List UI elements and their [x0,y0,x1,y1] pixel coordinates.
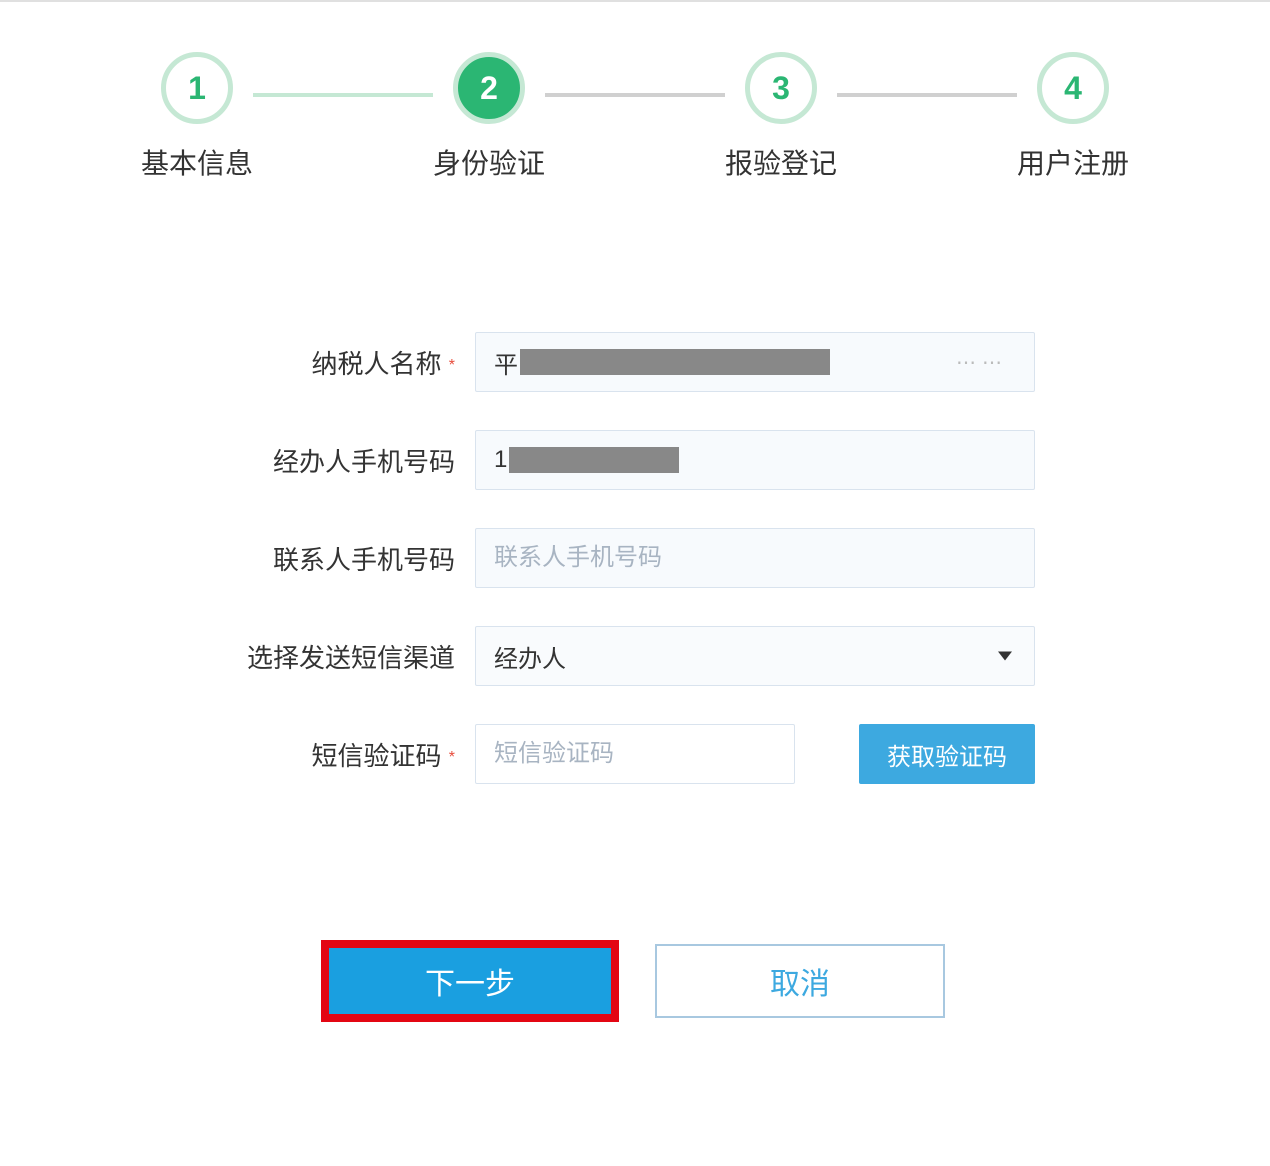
step-2-circle: 2 [453,52,525,124]
get-code-button[interactable]: 获取验证码 [859,724,1035,784]
step-3: 3 报验登记 [725,52,837,182]
sms-code-input[interactable] [475,724,795,784]
agent-phone-row: 经办人手机号码 1 [235,430,1035,490]
step-3-circle: 3 [745,52,817,124]
sms-channel-row: 选择发送短信渠道 经办人 [235,626,1035,686]
step-2: 2 身份验证 [433,52,545,182]
step-4-label: 用户注册 [1017,142,1129,182]
sms-channel-select[interactable]: 经办人 [475,626,1035,686]
agent-phone-prefix: 1 [494,446,507,474]
taxpayer-name-label: 纳税人名称 * [235,344,475,381]
contact-phone-label: 联系人手机号码 [235,540,475,577]
form-area: 纳税人名称 * 平 ⋯⋯ 经办人手机号码 1 联系人手机号码 选择发送短信渠道 … [235,332,1035,1018]
connector-2-3 [545,93,725,97]
taxpayer-name-field[interactable]: 平 ⋯⋯ [475,332,1035,392]
chevron-down-icon [998,652,1012,661]
required-mark: * [449,357,455,374]
stepper: 1 基本信息 2 身份验证 3 报验登记 4 用户注册 [0,2,1270,212]
taxpayer-name-row: 纳税人名称 * 平 ⋯⋯ [235,332,1035,392]
ellipsis-icon: ⋯⋯ [956,350,1016,375]
redacted-block [520,349,830,375]
contact-phone-input[interactable] [475,528,1035,588]
step-4-circle: 4 [1037,52,1109,124]
step-2-label: 身份验证 [433,142,545,182]
next-button[interactable]: 下一步 [325,944,615,1018]
taxpayer-name-prefix: 平 [494,345,518,380]
step-4: 4 用户注册 [1017,52,1129,182]
sms-code-label: 短信验证码 * [235,736,475,773]
sms-channel-value: 经办人 [494,639,566,674]
step-1: 1 基本信息 [141,52,253,182]
connector-3-4 [837,93,1017,97]
agent-phone-field[interactable]: 1 [475,430,1035,490]
sms-channel-label: 选择发送短信渠道 [235,638,475,675]
cancel-button[interactable]: 取消 [655,944,945,1018]
redacted-block [509,447,679,473]
agent-phone-label: 经办人手机号码 [235,442,475,479]
step-3-label: 报验登记 [725,142,837,182]
required-mark: * [449,749,455,766]
step-1-label: 基本信息 [141,142,253,182]
action-row: 下一步 取消 [235,944,1035,1018]
contact-phone-row: 联系人手机号码 [235,528,1035,588]
sms-code-row: 短信验证码 * 获取验证码 [235,724,1035,784]
connector-1-2 [253,93,433,97]
step-1-circle: 1 [161,52,233,124]
